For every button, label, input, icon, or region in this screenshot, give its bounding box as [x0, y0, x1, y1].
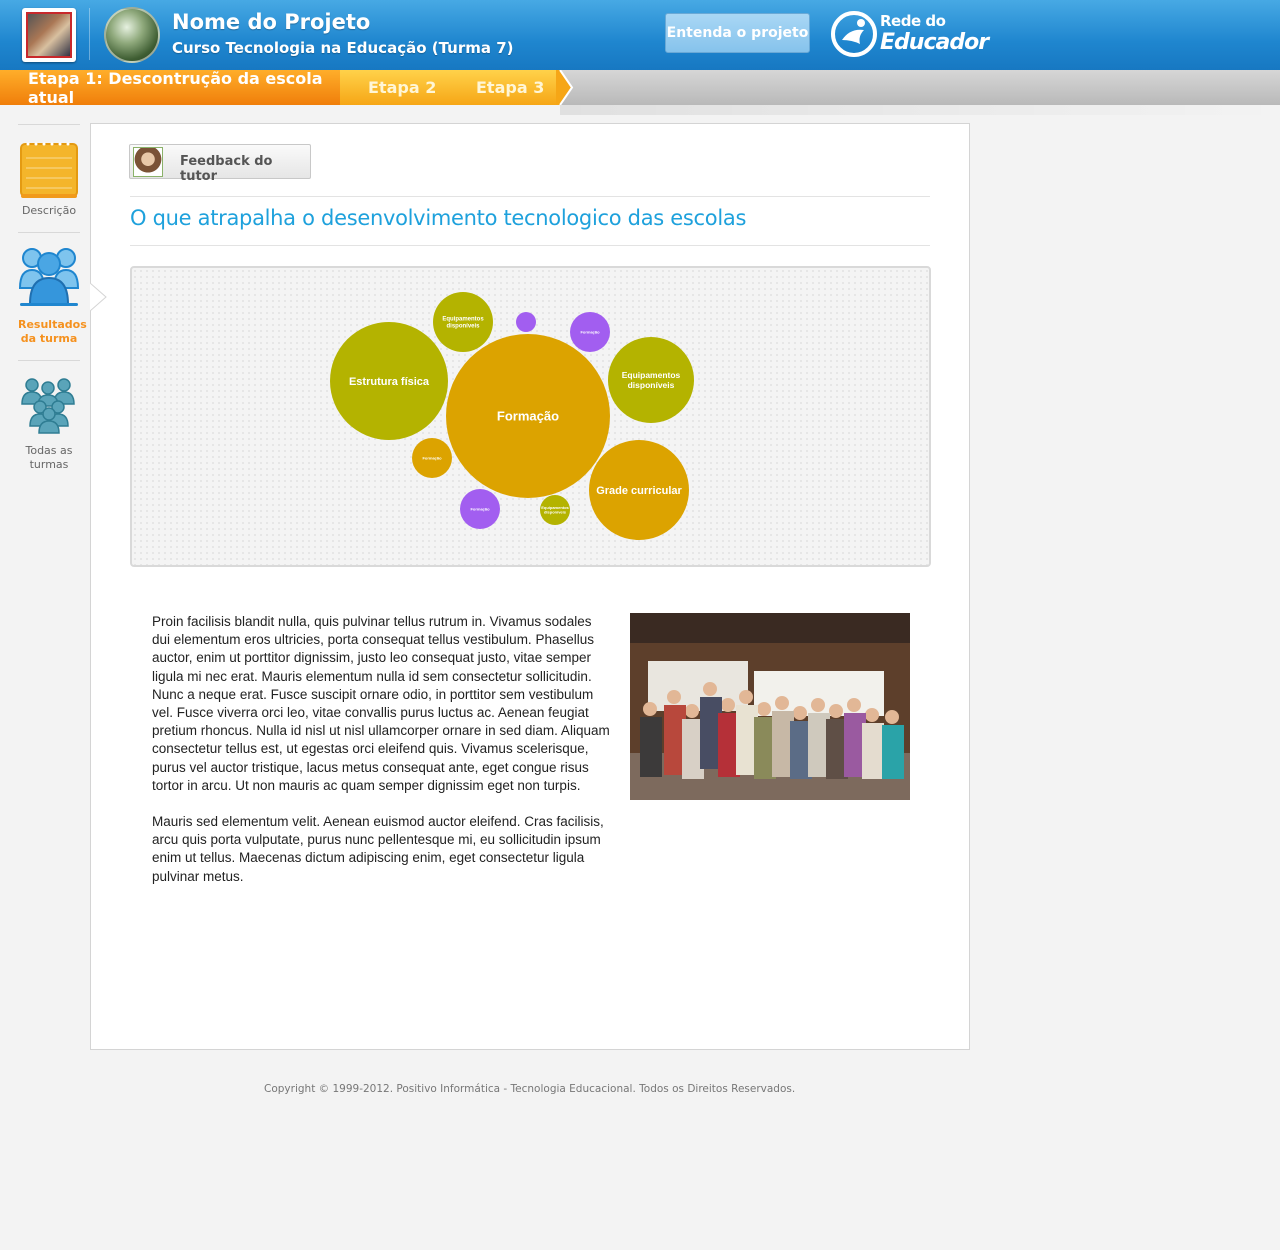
- step-end-arrow-icon: [556, 70, 574, 105]
- nav-divider: [18, 360, 80, 361]
- feedback-tutor-label: Feedback do tutor: [180, 154, 273, 184]
- bubble[interactable]: [516, 312, 536, 332]
- side-nav: Descrição Resultados da turma Todas as t…: [18, 124, 87, 471]
- bubble-label: disponíveis: [544, 510, 567, 515]
- bubble-label: Estrutura física: [349, 376, 430, 388]
- body-text: Proin facilisis blandit nulla, quis pulv…: [152, 613, 612, 886]
- class-group-photo[interactable]: [630, 613, 910, 800]
- bubble-label: disponíveis: [446, 324, 480, 330]
- tutor-avatar: [133, 147, 163, 177]
- user-avatar[interactable]: [22, 8, 76, 62]
- user-photo: [26, 12, 72, 58]
- bubble-chart: Formação Estrutura física Grade curricular…: [130, 266, 931, 567]
- active-nav-pointer-icon: [90, 283, 107, 311]
- body-paragraph-2: Mauris sed elementum velit. Aenean euism…: [152, 814, 604, 884]
- steps-shadow: [560, 105, 1280, 115]
- nav-item-descricao[interactable]: Descrição: [18, 138, 80, 218]
- notepad-icon: [20, 142, 78, 198]
- step-3-tab[interactable]: Etapa 3: [448, 70, 556, 105]
- project-subtitle: Curso Tecnologia na Educação (Turma 7): [172, 39, 514, 57]
- bubble[interactable]: Estrutura física: [330, 322, 448, 440]
- bubble[interactable]: Equipamentosdisponíveis: [608, 337, 694, 423]
- step-2-label: Etapa 2: [368, 78, 437, 97]
- bubble-label: Formação: [470, 506, 490, 511]
- brand-logo-icon: [831, 11, 877, 57]
- steps-bar: Etapa 1: Descontrução da escola atual Et…: [0, 68, 1280, 107]
- rede-do-educador-logo[interactable]: Rede do Educador: [830, 8, 989, 62]
- bubble[interactable]: Formação: [446, 334, 610, 498]
- page-title: O que atrapalha o desenvolvimento tecnol…: [130, 206, 747, 230]
- bubble-label: Grade curricular: [596, 485, 682, 497]
- step-1-label: Etapa 1: Descontrução da escola atual: [28, 68, 323, 107]
- about-project-button[interactable]: Entenda o projeto: [665, 13, 810, 53]
- nav-label-descricao: Descrição: [21, 204, 77, 217]
- bubble[interactable]: Equipamentosdisponíveis: [540, 495, 570, 525]
- header-divider: [89, 8, 90, 60]
- nav-divider: [18, 124, 80, 125]
- step-2-tab[interactable]: Etapa 2: [340, 70, 448, 105]
- bubble-label: Formação: [497, 409, 559, 424]
- nav-divider: [18, 232, 80, 233]
- group-photo-image: [630, 613, 910, 800]
- bubble[interactable]: Equipamentosdisponíveis: [433, 292, 493, 352]
- bubble-label: Equipamentos: [622, 370, 681, 380]
- feedback-tutor-button[interactable]: Feedback do tutor: [129, 144, 311, 184]
- nav-label-resultados: Resultados da turma: [18, 318, 87, 345]
- step-1-tab[interactable]: Etapa 1: Descontrução da escola atual: [0, 68, 340, 107]
- bubble-chart-svg: Formação Estrutura física Grade curricular…: [330, 292, 694, 540]
- title-top-divider: [130, 196, 930, 197]
- content-panel: Feedback do tutor O que atrapalha o dese…: [90, 123, 970, 1050]
- bubble[interactable]: Formação: [412, 438, 452, 478]
- step-3-label: Etapa 3: [476, 78, 545, 97]
- bubble-label: Equipamentos: [442, 317, 484, 323]
- bubble[interactable]: Grade curricular: [589, 440, 689, 540]
- title-bottom-divider: [130, 245, 930, 246]
- bubble-circle: [516, 312, 536, 332]
- nav-item-todas-turmas[interactable]: Todas as turmas: [18, 376, 80, 472]
- all-classes-icon: [21, 378, 75, 434]
- nav-item-resultados[interactable]: Resultados da turma: [18, 244, 87, 346]
- bubble[interactable]: Formação: [460, 489, 500, 529]
- bubble[interactable]: Formação: [570, 312, 610, 352]
- nav-label-todas-turmas: Todas as turmas: [25, 444, 73, 471]
- class-group-icon: [18, 248, 80, 306]
- brand-name-top: Rede do: [880, 12, 946, 30]
- bubble-label: Formação: [580, 329, 600, 334]
- footer-copyright: Copyright © 1999-2012. Positivo Informát…: [264, 1083, 796, 1095]
- brand-name-bottom: Educador: [880, 30, 989, 55]
- body-paragraph-1: Proin facilisis blandit nulla, quis pulv…: [152, 614, 610, 793]
- project-image: [104, 7, 160, 63]
- top-header: Nome do Projeto Curso Tecnologia na Educ…: [0, 0, 1280, 70]
- project-title: Nome do Projeto: [172, 10, 371, 34]
- bubble-label: Formação: [422, 455, 442, 460]
- bubble-label: disponíveis: [628, 380, 675, 390]
